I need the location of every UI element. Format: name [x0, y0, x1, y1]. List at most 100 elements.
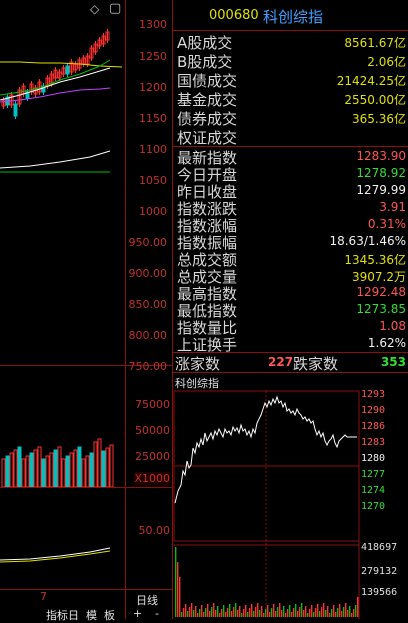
price-axis-label: 800.00: [128, 329, 168, 342]
zoom-out-button[interactable]: -: [155, 607, 159, 620]
mini-price-label: 1283: [361, 437, 386, 448]
intraday-volume-bar: [209, 611, 211, 617]
intraday-volume-bar: [187, 611, 189, 617]
kline-chart-svg: [0, 29, 123, 563]
index-value: 1278.92: [356, 166, 406, 180]
intraday-volume-bar: [211, 607, 213, 617]
intraday-volume-bar: [311, 605, 313, 617]
ma-yellow-line: [0, 61, 123, 68]
turnover-table: A股成交 8561.67亿 B股成交 2.06亿 国债成交 21424.25亿 基金成交 25…: [173, 32, 408, 147]
index-value: 1.62%: [367, 336, 406, 350]
volume-bar: [53, 449, 58, 488]
intraday-volume-bar: [281, 610, 283, 617]
intraday-volume-bar: [341, 611, 343, 617]
volume-bar: [33, 449, 38, 488]
index-value: 3.91: [379, 200, 406, 214]
turnover-row: A股成交 8561.67亿: [173, 32, 408, 52]
zoom-in-button[interactable]: +: [133, 607, 142, 620]
tab-board[interactable]: 板: [104, 607, 115, 623]
mini-volume-label: 279132: [361, 566, 398, 577]
volume-bar: [93, 441, 98, 488]
intraday-volume-bar: [315, 608, 317, 617]
intraday-volume-bar: [253, 611, 255, 617]
intraday-volume-bars: [175, 547, 359, 617]
index-name: 科创综指: [263, 8, 324, 26]
price-axis: 1300 1250 1200 1150 1100 1050 1000 950.0…: [127, 0, 171, 373]
intraday-volume-bar: [191, 603, 193, 617]
intraday-volume-bar: [277, 607, 279, 617]
index-row: 指数量比 1.08: [173, 318, 408, 337]
intraday-volume-bar: [185, 604, 187, 617]
intraday-volume-bar: [295, 604, 297, 617]
volume-bar: [77, 446, 82, 488]
volume-axis-label: 25000: [135, 450, 170, 463]
mini-price-label: 1270: [361, 501, 386, 512]
price-axis-label: 850.00: [128, 298, 168, 311]
down-count-label: 跌家数: [293, 355, 339, 373]
volume-bar: [13, 449, 18, 488]
volume-bar: [1, 458, 6, 488]
turnover-label: 基金成交: [177, 91, 238, 109]
mini-price-label: 1274: [361, 485, 386, 496]
intraday-volume-bar: [177, 562, 179, 617]
tab-template[interactable]: 模: [86, 607, 97, 623]
turnover-value: 2.06亿: [367, 55, 406, 69]
turnover-row: 权证成交: [173, 127, 408, 147]
intraday-volume-bar: [325, 610, 327, 617]
price-axis-label: 1150: [139, 112, 167, 125]
intraday-volume-bar: [273, 604, 275, 617]
up-count-value: 227: [268, 355, 294, 369]
volume-bar: [61, 458, 66, 488]
intraday-volume-bar: [305, 606, 307, 617]
mini-chart[interactable]: 科创综指 1293 1290 1286 1283 1280 1277 1274 1270 41…: [173, 373, 408, 619]
window-icon[interactable]: ▢: [109, 1, 121, 16]
intraday-volume-bar: [329, 613, 331, 617]
divider-left-axis: [125, 0, 126, 619]
volume-bars-group: [1, 438, 114, 488]
intraday-volume-bar: [299, 607, 301, 617]
volume-bar: [81, 458, 86, 488]
period-label[interactable]: 日线: [136, 592, 158, 608]
intraday-volume-bar: [189, 607, 191, 617]
intraday-volume-bar: [283, 606, 285, 617]
intraday-volume-bar: [227, 608, 229, 617]
turnover-row: B股成交 2.06亿: [173, 51, 408, 71]
price-axis-label: 1200: [139, 81, 167, 94]
intraday-volume-bar: [267, 605, 269, 617]
price-axis-label: 900.00: [128, 267, 168, 280]
intraday-volume-bar: [261, 606, 263, 617]
kline-chart-area[interactable]: ◇ ▢: [0, 0, 125, 590]
tab-indicator-day[interactable]: 指标日: [46, 607, 79, 623]
turnover-value: 21424.25亿: [336, 74, 406, 88]
turnover-row: 债券成交 365.36亿: [173, 108, 408, 128]
intraday-volume-bar: [265, 609, 267, 617]
intraday-volume-bar: [287, 609, 289, 617]
intraday-volume-bar: [235, 603, 237, 617]
intraday-volume-bar: [345, 603, 347, 617]
diamond-icon[interactable]: ◇: [90, 2, 99, 16]
intraday-volume-bar: [271, 608, 273, 617]
turnover-value: 365.36亿: [352, 112, 406, 126]
indicator-axis-label: 50.00: [138, 524, 171, 537]
index-value: 18.63/1.46%: [329, 234, 406, 248]
index-row: 总成交额 1345.36亿: [173, 250, 408, 269]
price-axis-label: 1100: [139, 143, 167, 156]
volume-bar: [89, 452, 94, 488]
intraday-volume-bar: [307, 613, 309, 617]
turnover-row: 基金成交 2550.00亿: [173, 89, 408, 109]
price-axis-label: 1000: [139, 205, 167, 218]
volume-bar: [21, 458, 26, 488]
intraday-volume-bar: [249, 608, 251, 617]
intraday-volume-bar: [243, 609, 245, 617]
index-value: 3907.2万: [352, 270, 406, 284]
intraday-volume-bar: [247, 612, 249, 617]
intraday-volume-bar: [207, 604, 209, 617]
intraday-volume-bar: [355, 605, 357, 617]
mini-volume-label: 418697: [361, 542, 398, 553]
intraday-volume-bar: [241, 613, 243, 617]
intraday-volume-bar: [195, 606, 197, 617]
intraday-volume-bar: [203, 612, 205, 617]
intraday-volume-bar: [349, 606, 351, 617]
up-count-label: 涨家数: [175, 355, 221, 373]
volume-bar: [29, 452, 34, 488]
